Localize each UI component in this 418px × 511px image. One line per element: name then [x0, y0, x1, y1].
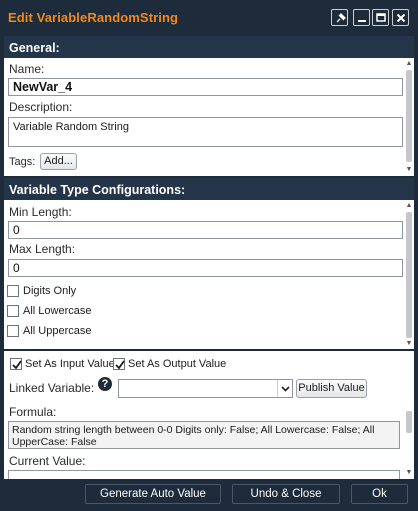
description-input[interactable]: Variable Random String — [8, 117, 403, 147]
linked-variable-label: Linked Variable: — [9, 381, 95, 395]
config-scrollbar[interactable]: ▲ ▼ — [404, 200, 414, 349]
scroll-up-icon[interactable]: ▲ — [405, 202, 413, 210]
scroll-thumb[interactable] — [406, 411, 412, 433]
current-value-field[interactable] — [8, 470, 400, 479]
scroll-down-icon[interactable]: ▼ — [405, 469, 413, 477]
linked-variable-select[interactable] — [118, 379, 293, 398]
name-input[interactable]: NewVar_4 — [8, 78, 403, 96]
min-length-input[interactable]: 0 — [8, 221, 403, 239]
tags-label: Tags: — [9, 156, 36, 168]
set-as-input-checkbox[interactable] — [10, 358, 22, 370]
chevron-down-icon[interactable] — [277, 380, 292, 397]
set-as-output-label: Set As Output Value — [128, 358, 227, 370]
title-bar[interactable]: Edit VariableRandomString — [0, 0, 418, 34]
minimize-button[interactable] — [353, 9, 370, 26]
set-as-output-checkbox[interactable] — [113, 358, 125, 370]
scroll-up-icon[interactable]: ▲ — [405, 60, 413, 68]
checkmark-icon — [115, 360, 125, 370]
general-scrollbar[interactable]: ▲ ▼ — [404, 58, 414, 176]
min-length-label: Min Length: — [9, 205, 72, 219]
digits-only-checkbox[interactable] — [7, 285, 19, 297]
io-panel: Set As Input Value Set As Output Value L… — [4, 351, 414, 479]
description-label: Description: — [9, 100, 73, 114]
maximize-button[interactable] — [372, 9, 389, 26]
scroll-down-icon[interactable]: ▼ — [405, 340, 413, 348]
edit-dialog: Edit VariableRandomString General: Name: — [0, 0, 418, 511]
max-length-label: Max Length: — [9, 242, 76, 256]
digits-only-label: Digits Only — [23, 285, 77, 297]
all-lowercase-label: All Lowercase — [23, 305, 92, 317]
minimize-icon — [358, 20, 366, 22]
publish-value-button[interactable]: Publish Value — [296, 379, 367, 398]
add-tag-button[interactable]: Add... — [40, 153, 77, 170]
config-header: Variable Type Configurations: — [4, 178, 414, 200]
all-lowercase-checkbox[interactable] — [7, 305, 19, 317]
scroll-thumb[interactable] — [406, 212, 412, 338]
undo-close-button[interactable]: Undo & Close — [232, 484, 340, 504]
formula-text: Random string length between 0-0 Digits … — [8, 421, 400, 449]
close-icon — [396, 13, 406, 23]
all-uppercase-label: All Uppercase — [23, 325, 92, 337]
checkmark-icon — [12, 360, 22, 370]
all-uppercase-checkbox[interactable] — [7, 325, 19, 337]
ok-button[interactable]: Ok — [351, 484, 408, 504]
config-panel: Variable Type Configurations: Min Length… — [4, 178, 414, 349]
dialog-title: Edit VariableRandomString — [8, 10, 179, 25]
general-panel: General: Name: NewVar_4 Description: Var… — [4, 36, 414, 176]
close-button[interactable] — [392, 9, 409, 26]
pin-icon — [336, 12, 347, 23]
generate-auto-value-button[interactable]: Generate Auto Value — [85, 484, 221, 504]
maximize-icon — [376, 13, 386, 22]
current-value-label: Current Value: — [9, 454, 86, 468]
help-icon[interactable]: ? — [98, 377, 112, 391]
formula-label: Formula: — [9, 405, 57, 419]
name-label: Name: — [9, 62, 45, 76]
max-length-input[interactable]: 0 — [8, 259, 403, 277]
pin-button[interactable] — [331, 9, 348, 26]
scroll-down-icon[interactable]: ▼ — [405, 166, 413, 174]
scroll-thumb[interactable] — [406, 70, 412, 162]
set-as-input-label: Set As Input Value — [25, 358, 115, 370]
general-header: General: — [4, 36, 414, 58]
io-scrollbar[interactable]: ▼ — [404, 409, 414, 479]
